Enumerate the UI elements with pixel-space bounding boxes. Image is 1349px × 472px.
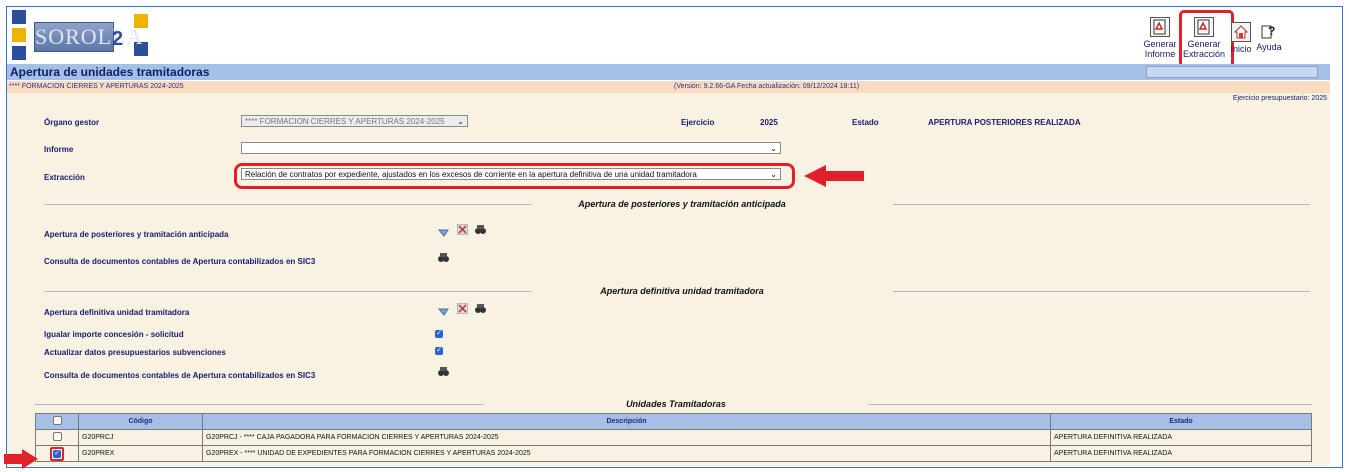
- estado-label: Estado: [852, 118, 879, 127]
- divider: [868, 404, 1312, 405]
- igualar-importe-label: Igualar importe concesión - solicitud: [44, 330, 184, 339]
- actualizar-datos-checkbox[interactable]: ✓: [435, 347, 443, 355]
- select-all-checkbox[interactable]: [52, 416, 62, 425]
- row-checkbox[interactable]: ✓: [53, 449, 61, 458]
- logo-text: SOROLLA: [34, 22, 142, 52]
- extraccion-select[interactable]: Relación de contratos por expediente, aj…: [241, 168, 781, 180]
- ayuda-label: Ayuda: [1256, 42, 1282, 52]
- extraccion-label: Extracción: [44, 173, 85, 182]
- binoculars-icon[interactable]: [438, 366, 449, 377]
- help-icon: ?: [1260, 22, 1278, 40]
- chevron-down-icon: ⌄: [770, 144, 777, 153]
- ejercicio-label: Ejercicio: [681, 118, 715, 127]
- generar-extraccion-label: Generar Extracción: [1183, 39, 1226, 59]
- column-header-estado[interactable]: Estado: [1050, 413, 1312, 430]
- divider: [44, 204, 532, 205]
- unidades-table: Código Descripción Estado G20PRCJ G20PRC…: [35, 413, 1312, 462]
- row-codigo: G20PRCJ: [78, 429, 203, 446]
- informe-select[interactable]: ⌄: [241, 142, 781, 154]
- table-row[interactable]: G20PRCJ G20PRCJ - **** CAJA PAGADORA PAR…: [35, 429, 1312, 446]
- ejercicio-presupuestario: Ejercicio presupuestario: 2025: [1232, 95, 1327, 102]
- section-title-unidades: Unidades Tramitadoras: [626, 399, 726, 409]
- svg-text:?: ?: [1268, 24, 1275, 38]
- annotation-arrow-right-icon: [4, 449, 38, 469]
- extraction-icon: [1194, 17, 1214, 37]
- row-estado: APERTURA DEFINITIVA REALIZADA: [1050, 445, 1312, 462]
- organo-gestor-select[interactable]: **** FORMACION CIERRES Y APERTURAS 2024-…: [241, 115, 468, 127]
- ejercicio-value: 2025: [760, 118, 778, 127]
- info-bar: **** FORMACION CIERRES Y APERTURAS 2024-…: [7, 81, 1330, 93]
- table-row[interactable]: ✓ G20PREX G20PREX - **** UNIDAD DE EXPED…: [35, 445, 1312, 462]
- generar-informe-button[interactable]: Generar Informe: [1142, 17, 1178, 59]
- generar-extraccion-button[interactable]: Generar Extracción: [1183, 17, 1225, 59]
- column-header-descripcion[interactable]: Descripción: [202, 413, 1051, 430]
- informe-label: Informe: [44, 145, 74, 154]
- generar-informe-label: Generar Informe: [1143, 39, 1177, 59]
- user-info-field: [1146, 66, 1318, 78]
- page-title: Apertura de unidades tramitadoras: [7, 64, 1330, 80]
- report-icon: [1150, 17, 1170, 37]
- consulta-sic3-label-2: Consulta de documentos contables de Aper…: [44, 371, 316, 380]
- row-checkbox[interactable]: [52, 432, 62, 441]
- table-header-row: Código Descripción Estado: [35, 413, 1312, 430]
- inicio-label: Inicio: [1230, 44, 1252, 54]
- section-title-definitiva: Apertura definitiva unidad tramitadora: [600, 286, 764, 296]
- apply-icon[interactable]: [438, 305, 449, 316]
- chevron-down-icon: ⌄: [457, 117, 464, 126]
- divider: [44, 291, 532, 292]
- row-descripcion: G20PREX - **** UNIDAD DE EXPEDIENTES PAR…: [202, 445, 1051, 462]
- estado-value: APERTURA POSTERIORES REALIZADA: [928, 118, 1081, 127]
- annotation-arrow-left-icon: [804, 165, 864, 187]
- sorolla-logo: SOROLLA 2: [12, 10, 148, 62]
- cancel-icon[interactable]: [457, 224, 468, 235]
- binoculars-icon[interactable]: [475, 224, 486, 235]
- extraccion-value: Relación de contratos por expediente, aj…: [245, 170, 697, 179]
- consulta-sic3-label-1: Consulta de documentos contables de Aper…: [44, 257, 316, 266]
- row-codigo: G20PREX: [78, 445, 203, 462]
- cancel-icon[interactable]: [457, 303, 468, 314]
- select-all-cell: [35, 413, 79, 430]
- chevron-down-icon: ⌄: [770, 170, 777, 179]
- apertura-definitiva-label: Apertura definitiva unidad tramitadora: [44, 308, 190, 317]
- divider: [35, 404, 484, 405]
- section-title-posteriores: Apertura de posteriores y tramitación an…: [578, 199, 786, 209]
- organo-gestor-label: Órgano gestor: [44, 118, 100, 127]
- divider: [893, 204, 1310, 205]
- column-header-codigo[interactable]: Código: [78, 413, 203, 430]
- logo-suffix: 2: [112, 28, 124, 50]
- row-select-cell: ✓: [35, 445, 79, 462]
- row-descripcion: G20PRCJ - **** CAJA PAGADORA PARA FORMAC…: [202, 429, 1051, 446]
- version-text: (Versión: 9.2.66-GA Fecha actualización:…: [674, 83, 860, 90]
- inicio-button[interactable]: Inicio: [1229, 22, 1253, 54]
- home-icon: [1231, 22, 1251, 42]
- row-select-cell: [35, 429, 79, 446]
- ayuda-button[interactable]: ? Ayuda: [1255, 22, 1283, 52]
- binoculars-icon[interactable]: [475, 303, 486, 314]
- row-estado: APERTURA DEFINITIVA REALIZADA: [1050, 429, 1312, 446]
- apply-icon[interactable]: [438, 226, 449, 237]
- organo-subtitle: **** FORMACION CIERRES Y APERTURAS 2024-…: [9, 83, 184, 90]
- divider: [893, 291, 1310, 292]
- apertura-posteriores-label: Apertura de posteriores y tramitación an…: [44, 230, 229, 239]
- organo-gestor-value: **** FORMACION CIERRES Y APERTURAS 2024-…: [245, 117, 445, 126]
- binoculars-icon[interactable]: [438, 252, 449, 263]
- igualar-importe-checkbox[interactable]: ✓: [435, 330, 443, 338]
- actualizar-datos-label: Actualizar datos presupuestarios subvenc…: [44, 348, 226, 357]
